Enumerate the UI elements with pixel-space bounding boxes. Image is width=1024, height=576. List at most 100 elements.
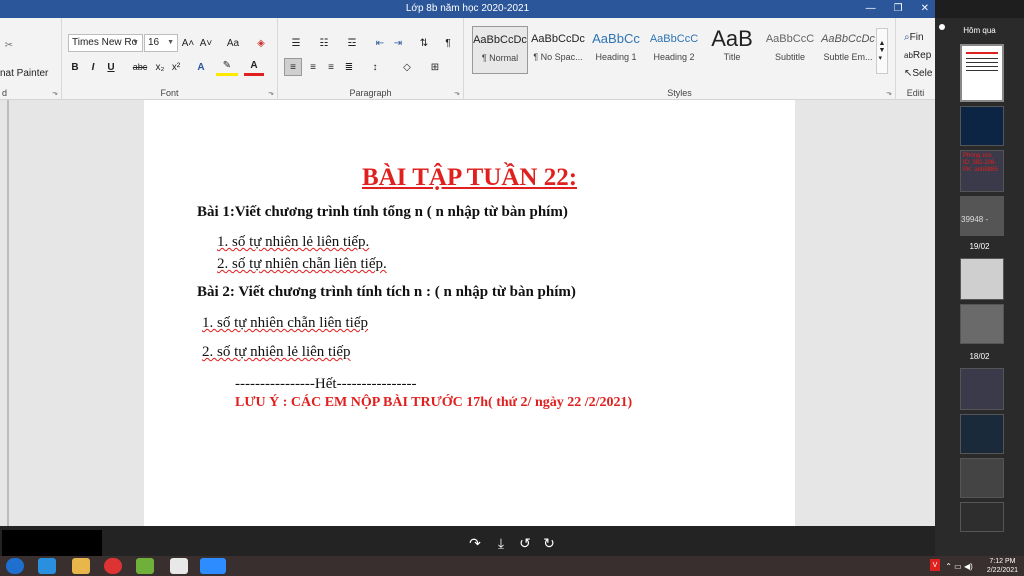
screen: Lớp 8b năm học 2020-2021 — ❐ ✕ nat Paint… — [0, 0, 1024, 576]
thumbnail-current[interactable] — [960, 44, 1004, 102]
dialog-launcher-icon[interactable]: ⬎ — [884, 88, 894, 98]
font-family-select[interactable]: Times New Ro ▼ — [68, 34, 143, 52]
ribbon: nat Painter ✂ d ⬎ Times New Ro ▼ 16 ▼ A˄ A… — [0, 18, 935, 100]
justify-icon[interactable]: ≣ — [340, 58, 358, 76]
subscript-button[interactable]: x₂ — [152, 58, 168, 76]
zoom-icon[interactable] — [200, 558, 226, 574]
shrink-font-button[interactable]: A˅ — [198, 34, 214, 52]
align-left-icon[interactable]: ≡ — [284, 58, 302, 76]
file-explorer-icon[interactable] — [72, 558, 90, 574]
increase-indent-icon[interactable]: ⇥ — [390, 34, 406, 52]
decrease-indent-icon[interactable]: ⇤ — [372, 34, 388, 52]
shading-icon[interactable]: ◇ — [396, 58, 418, 76]
font-group: Times New Ro ▼ 16 ▼ A˄ A˅ Aa ◈ B I U abc x… — [62, 18, 278, 100]
photo-side-panel: Hôm qua Phòng zoo ID: 382-206- PK: anh88… — [935, 18, 1024, 560]
bullets-icon[interactable]: ☰ — [284, 34, 308, 52]
cut-icon[interactable]: ✂ — [2, 38, 16, 52]
submission-note: LƯU Ý : CÁC EM NỘP BÀI TRƯỚC 17h( thứ 2/… — [235, 395, 633, 410]
document-page[interactable]: BÀI TẬP TUẦN 22: Bài 1:Viết chương trình… — [144, 100, 795, 526]
sort-icon[interactable]: ⇅ — [416, 34, 432, 52]
thumbnail-8[interactable] — [960, 414, 1004, 454]
numbering-icon[interactable]: ☷ — [312, 34, 336, 52]
format-painter-button[interactable]: nat Painter — [0, 66, 58, 80]
line-spacing-icon[interactable]: ↕ — [364, 58, 386, 76]
style-heading-2[interactable]: AaBbCcC Heading 2 — [646, 26, 702, 74]
style-no-spacing[interactable]: AaBbCcDc ¶ No Spac... — [530, 26, 586, 74]
style-title[interactable]: AaB Title — [704, 26, 760, 74]
share-icon[interactable]: ↷ — [466, 534, 484, 552]
ie-icon[interactable] — [38, 558, 56, 574]
thumbnail-9[interactable] — [960, 458, 1004, 498]
show-marks-icon[interactable]: ¶ — [440, 34, 456, 52]
rotate-right-icon[interactable]: ↻ — [540, 534, 558, 552]
paragraph-group-label: Paragraph — [349, 88, 392, 98]
thumbnail-2[interactable] — [960, 106, 1004, 146]
paragraph-group: ☰ ☷ ☲ ⇤ ⇥ ⇅ ¶ ≡ ≡ ≡ ≣ ↕ ◇ ⊞ Paragraph ⬎ — [278, 18, 464, 100]
tray-icon[interactable]: V — [930, 559, 940, 571]
rotate-left-icon[interactable]: ↺ — [516, 534, 534, 552]
app-icon[interactable] — [136, 558, 154, 574]
superscript-button[interactable]: x² — [168, 58, 184, 76]
dialog-launcher-icon[interactable]: ⬎ — [266, 88, 276, 98]
exercise-2-item-2: 2. số tự nhiên lẻ liên tiếp — [202, 344, 351, 360]
thumbnail-3[interactable]: Phòng zoo ID: 382-206- PK: anh8885 — [960, 150, 1004, 192]
styles-group-label: Styles — [667, 88, 692, 98]
window-titlebar: Lớp 8b năm học 2020-2021 — ❐ ✕ — [0, 0, 935, 18]
dialog-launcher-icon[interactable]: ⬎ — [452, 88, 462, 98]
find-button[interactable]: ⌕ Fin — [904, 30, 935, 44]
windows-taskbar: V ⌃ ▭ ◀) 7:12 PM 2/22/2021 — [0, 556, 1024, 576]
redacted-block — [2, 530, 102, 556]
start-icon[interactable] — [6, 558, 24, 574]
select-button[interactable]: ↖ Sele — [904, 66, 935, 80]
style-subtitle[interactable]: AaBbCcC Subtitle — [762, 26, 818, 74]
cursor-icon: ↖ — [904, 67, 913, 79]
exercise-1-item-2: 2. số tự nhiên chẵn liên tiếp. — [217, 256, 387, 272]
section-label-19-02: 19/02 — [969, 242, 990, 251]
thumbnail-5[interactable] — [960, 258, 1004, 300]
highlight-color-icon[interactable]: ✎ — [216, 58, 238, 76]
tray-icons[interactable]: ⌃ ▭ ◀) — [944, 559, 974, 573]
style-heading-1[interactable]: AaBbCc Heading 1 — [588, 26, 644, 74]
thumbnail-6[interactable] — [960, 304, 1004, 344]
font-group-label: Font — [160, 88, 179, 98]
multilevel-list-icon[interactable]: ☲ — [340, 34, 364, 52]
end-marker: ----------------Hết---------------- — [235, 376, 417, 392]
clear-formatting-icon[interactable]: ◈ — [252, 34, 270, 52]
dialog-launcher-icon[interactable]: ⬎ — [50, 88, 60, 98]
section-label-18-02: 18/02 — [969, 352, 990, 361]
download-icon[interactable]: ⤓ — [492, 534, 510, 552]
align-right-icon[interactable]: ≡ — [322, 58, 340, 76]
taskbar-clock[interactable]: 7:12 PM 2/22/2021 — [987, 557, 1018, 575]
minimize-icon[interactable]: — — [866, 0, 876, 18]
exercise-2-heading: Bài 2: Viết chương trình tính tích n : (… — [197, 284, 576, 300]
font-color-icon[interactable]: A — [244, 58, 264, 76]
styles-group: AaBbCcDc ¶ Normal AaBbCcDc ¶ No Spac... … — [464, 18, 896, 100]
change-case-button[interactable]: Aa — [220, 34, 246, 52]
close-icon[interactable]: ✕ — [921, 0, 929, 18]
document-title: BÀI TẬP TUẦN 22: — [361, 164, 578, 191]
font-size-select[interactable]: 16 ▼ — [144, 34, 178, 52]
bold-button[interactable]: B — [68, 58, 82, 76]
underline-button[interactable]: U — [104, 58, 118, 76]
borders-icon[interactable]: ⊞ — [424, 58, 446, 76]
photos-icon[interactable] — [170, 558, 188, 574]
italic-button[interactable]: I — [86, 58, 100, 76]
styles-scroll-icon[interactable]: ▲ ▼ ▾ — [876, 28, 888, 74]
replace-button[interactable]: ab Rep — [904, 48, 935, 62]
style-normal[interactable]: AaBbCcDc ¶ Normal — [472, 26, 528, 74]
align-center-icon[interactable]: ≡ — [304, 58, 322, 76]
exercise-1-heading: Bài 1:Viết chương trình tính tổng n ( n … — [197, 204, 568, 220]
chrome-icon[interactable] — [104, 558, 122, 574]
left-edge — [7, 100, 9, 526]
strikethrough-button[interactable]: abc — [130, 58, 150, 76]
text-effects-icon[interactable]: A — [192, 58, 210, 76]
thumbnail-4[interactable]: 39948 - — [960, 196, 1004, 236]
exercise-2-item-1: 1. số tự nhiên chẵn liên tiếp — [202, 315, 369, 331]
clipboard-group: nat Painter ✂ d ⬎ — [0, 18, 62, 100]
style-subtle-emphasis[interactable]: AaBbCcDc Subtle Em... — [820, 26, 876, 74]
restore-icon[interactable]: ❐ — [894, 0, 903, 18]
grow-font-button[interactable]: A˄ — [180, 34, 196, 52]
editing-group-label: Editi — [906, 88, 925, 98]
thumbnail-10[interactable] — [960, 502, 1004, 532]
thumbnail-7[interactable] — [960, 368, 1004, 410]
